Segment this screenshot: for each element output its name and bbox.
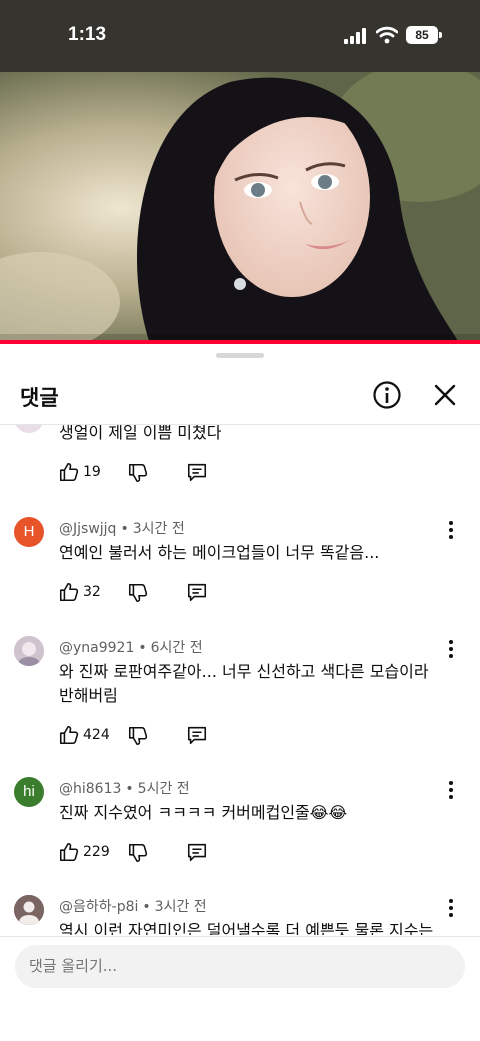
comment-list[interactable]: 생얼이 제일 이쁨 미쳤다 19 H @Jjswjjq • 3시간 전 연예인 불러… bbox=[0, 425, 480, 935]
comment-actions: 19 bbox=[58, 461, 258, 485]
comment-text: 진짜 지수였어 ㅋㅋㅋㅋ 커버메컵인줄😂😂 bbox=[59, 803, 348, 822]
like-count: 424 bbox=[83, 727, 110, 743]
comment-text: 와 진짜 로판여주같아... 너무 신선하고 색다른 모습이라 반해버림 bbox=[59, 662, 429, 705]
meta-separator: • bbox=[120, 521, 129, 537]
default-avatar-icon bbox=[14, 895, 44, 925]
avatar[interactable]: hi bbox=[14, 777, 44, 807]
more-options-icon[interactable] bbox=[440, 519, 462, 541]
comment-input[interactable] bbox=[15, 945, 465, 988]
avatar[interactable] bbox=[14, 895, 44, 925]
comment-time: 3시간 전 bbox=[132, 521, 185, 537]
like-icon[interactable] bbox=[58, 841, 80, 863]
close-icon[interactable] bbox=[432, 382, 458, 408]
comment-author[interactable]: @yna9921 bbox=[59, 640, 134, 656]
drag-handle[interactable] bbox=[216, 353, 264, 358]
comment-text: 역시 이런 자연미인은 덜어낼수록 더 예쁜듯 물론 지수는 bbox=[59, 921, 434, 935]
more-options-icon[interactable] bbox=[440, 638, 462, 660]
reply-icon[interactable] bbox=[186, 581, 208, 603]
comment-meta: @음하하-p8i • 3시간 전 bbox=[59, 896, 207, 916]
comment-meta: @Jjswjjq • 3시간 전 bbox=[59, 518, 185, 538]
comment-meta: @hi8613 • 5시간 전 bbox=[59, 778, 190, 798]
more-options-icon[interactable] bbox=[440, 897, 462, 919]
like-icon[interactable] bbox=[58, 461, 80, 483]
meta-separator: • bbox=[138, 640, 147, 656]
dislike-icon[interactable] bbox=[127, 462, 149, 484]
battery-indicator: 85 bbox=[406, 26, 442, 44]
comment-time: 6시간 전 bbox=[150, 640, 203, 656]
comment-actions: 229 bbox=[58, 841, 258, 865]
footer-divider bbox=[0, 936, 480, 937]
meta-separator: • bbox=[125, 781, 134, 797]
comment-author[interactable]: @음하하-p8i bbox=[59, 899, 138, 915]
sheet-title: 댓글 bbox=[20, 386, 59, 410]
comment-meta: @yna9921 • 6시간 전 bbox=[59, 637, 203, 657]
meta-separator: • bbox=[142, 899, 151, 915]
comment-author[interactable]: @hi8613 bbox=[59, 781, 121, 797]
cellular-signal-icon bbox=[344, 28, 366, 44]
comment-time: 5시간 전 bbox=[137, 781, 190, 797]
avatar[interactable]: H bbox=[14, 517, 44, 547]
info-icon[interactable] bbox=[372, 380, 402, 410]
status-time: 1:13 bbox=[68, 24, 107, 45]
more-options-icon[interactable] bbox=[440, 779, 462, 801]
reply-icon[interactable] bbox=[186, 461, 208, 483]
video-frame bbox=[0, 72, 480, 344]
avatar[interactable] bbox=[14, 636, 44, 666]
like-icon[interactable] bbox=[58, 581, 80, 603]
reply-icon[interactable] bbox=[186, 724, 208, 746]
like-count: 19 bbox=[83, 464, 101, 480]
comment-text: 연예인 불러서 하는 메이크업들이 너무 똑같음... bbox=[59, 543, 380, 562]
comments-sheet: 댓글 생얼이 제일 이쁨 미쳤다 19 H @Jjswjjq • 3시간 전 연예 bbox=[0, 344, 480, 1041]
avatar[interactable] bbox=[14, 425, 44, 433]
reply-icon[interactable] bbox=[186, 841, 208, 863]
like-icon[interactable] bbox=[58, 724, 80, 746]
comment-author[interactable]: @Jjswjjq bbox=[59, 521, 116, 537]
status-bar: 1:13 85 bbox=[0, 0, 480, 72]
comment-actions: 32 bbox=[58, 581, 258, 605]
like-count: 229 bbox=[83, 844, 110, 860]
dislike-icon[interactable] bbox=[127, 725, 149, 747]
comment-text: 생얼이 제일 이쁨 미쳤다 bbox=[59, 425, 222, 442]
video-player[interactable] bbox=[0, 72, 480, 344]
comment-time: 3시간 전 bbox=[154, 899, 207, 915]
avatar-image bbox=[14, 636, 44, 666]
like-count: 32 bbox=[83, 584, 101, 600]
comment-actions: 424 bbox=[58, 724, 258, 748]
dislike-icon[interactable] bbox=[127, 842, 149, 864]
dislike-icon[interactable] bbox=[127, 582, 149, 604]
wifi-icon bbox=[376, 26, 398, 44]
